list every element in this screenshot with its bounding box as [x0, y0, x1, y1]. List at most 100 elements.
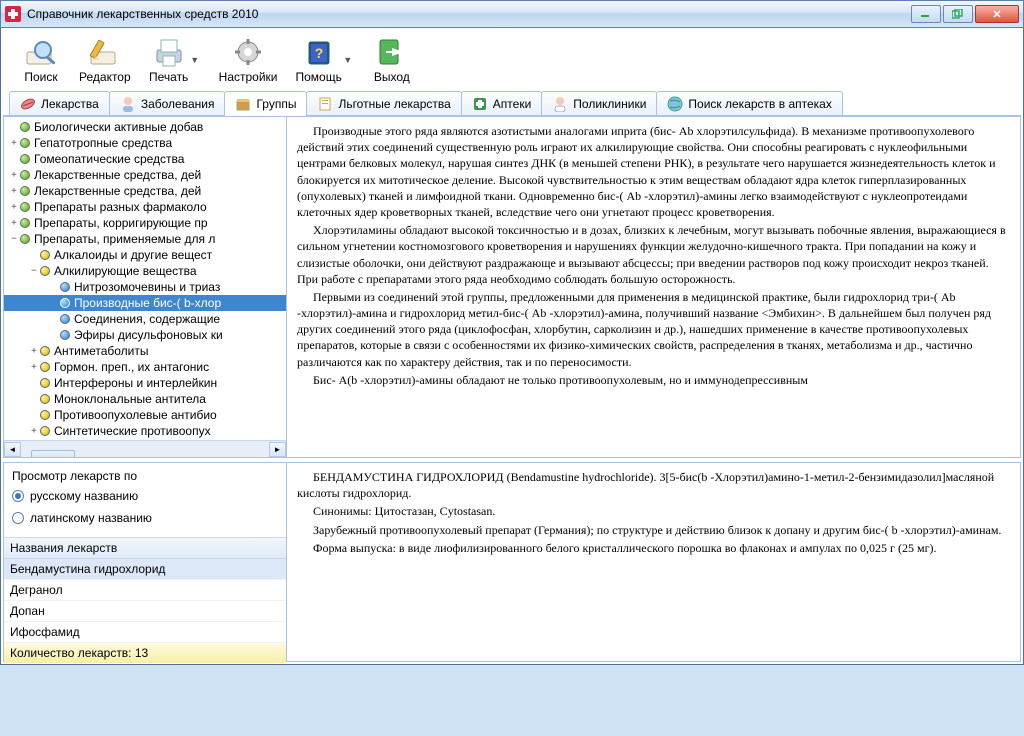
tree-item[interactable]: Производные бис-( b-хлор [4, 295, 286, 311]
globe-icon [667, 96, 683, 112]
tree-item[interactable]: + Лекарственные средства, дей [4, 167, 286, 183]
bullet-icon [20, 218, 30, 228]
bullet-icon [40, 410, 50, 420]
exit-icon [372, 36, 412, 68]
tree-item[interactable]: + Препараты, корригирующие пр [4, 215, 286, 231]
desc-paragraph: Бис- A(b -хлорэтил)-амины обладают не то… [297, 372, 1010, 388]
tree-item[interactable]: Биологически активные добав [4, 119, 286, 135]
print-button[interactable]: Печать ▼ [149, 36, 201, 84]
drug-table-footer: Количество лекарств: 13 [4, 643, 286, 663]
minimize-button[interactable] [911, 5, 941, 23]
tree-item-label: Лекарственные средства, дей [34, 184, 201, 198]
drug-row[interactable]: Ифосфамид [4, 622, 286, 643]
tab-benefit[interactable]: Льготные лекарства [306, 91, 461, 115]
tree-item-label: Нитрозомочевины и триаз [74, 280, 220, 294]
drug-row[interactable]: Дегранол [4, 580, 286, 601]
radio-latin[interactable]: латинскому названию [12, 511, 278, 525]
tree-item[interactable]: Противоопухолевые антибио [4, 407, 286, 423]
tree-item[interactable]: + Лекарственные средства, дей [4, 183, 286, 199]
tree-item-label: Гомеопатические средства [34, 152, 184, 166]
expand-icon[interactable]: + [28, 362, 40, 372]
tab-pharmacies[interactable]: Аптеки [461, 91, 543, 115]
bullet-icon [20, 170, 30, 180]
tree-item[interactable]: +Препараты разных фармаколо [4, 199, 286, 215]
tree-item-label: Препараты, корригирующие пр [34, 216, 208, 230]
expand-icon[interactable]: + [8, 170, 20, 180]
tab-drugs[interactable]: Лекарства [9, 91, 110, 115]
radio-icon [12, 512, 24, 524]
group-tree[interactable]: Биологически активные добав + Гепатотропны… [4, 117, 286, 440]
tree-item-label: Синтетические противоопух [54, 424, 211, 438]
tree-item[interactable]: Эфиры дисульфоновых ки [4, 327, 286, 343]
tree-item-label: Гепатотропные средства [34, 136, 172, 150]
expand-icon[interactable]: + [28, 426, 40, 436]
tree-item-label: Препараты, применяемые для л [34, 232, 215, 246]
description-panel[interactable]: Производные этого ряда являются азотисты… [287, 116, 1021, 458]
tree-hscrollbar[interactable]: ◄ ► [4, 440, 286, 457]
tree-item[interactable]: Алкалоиды и другие вещест [4, 247, 286, 263]
radio-icon [12, 490, 24, 502]
tab-groups[interactable]: Группы [224, 91, 307, 116]
bullet-icon [40, 426, 50, 436]
tree-item[interactable]: + Гепатотропные средства [4, 135, 286, 151]
scroll-right-button[interactable]: ► [269, 442, 286, 457]
tree-item[interactable]: + Синтетические противоопух [4, 423, 286, 439]
expand-icon[interactable]: + [8, 138, 20, 148]
editor-button[interactable]: Редактор [79, 36, 131, 84]
tree-item[interactable]: Интерфероны и интерлейкин [4, 375, 286, 391]
scroll-thumb[interactable] [31, 450, 75, 458]
gear-icon [228, 36, 268, 68]
expand-icon[interactable]: − [28, 266, 40, 276]
tree-item-label: Биологически активные добав [34, 120, 203, 134]
tab-clinics[interactable]: Поликлиники [541, 91, 657, 115]
bullet-icon [20, 122, 30, 132]
drug-row[interactable]: Бендамустина гидрохлорид [4, 559, 286, 580]
tree-item[interactable]: Гомеопатические средства [4, 151, 286, 167]
tree-item[interactable]: −Алкилирующие вещества [4, 263, 286, 279]
bullet-icon [20, 186, 30, 196]
tree-item-label: Гормон. преп., их антагонис [54, 360, 209, 374]
drug-detail-panel[interactable]: БЕНДАМУСТИНА ГИДРОХЛОРИД (Bendamustine h… [287, 462, 1021, 662]
magnifier-icon [21, 36, 61, 68]
exit-button[interactable]: Выход [372, 36, 412, 84]
tree-item[interactable]: Моноклональные антитела [4, 391, 286, 407]
tab-diseases[interactable]: Заболевания [109, 91, 226, 115]
scroll-left-button[interactable]: ◄ [4, 442, 21, 457]
close-button[interactable]: ✕ [975, 5, 1019, 23]
expand-icon[interactable]: + [8, 186, 20, 196]
help-button[interactable]: ? Помощь ▼ [296, 36, 354, 84]
bullet-icon [20, 202, 30, 212]
note-icon [317, 96, 333, 112]
drug-row[interactable]: Допан [4, 601, 286, 622]
expand-icon[interactable]: − [8, 234, 20, 244]
expand-icon[interactable]: + [28, 346, 40, 356]
drug-table: Названия лекарств Бендамустина гидрохлор… [4, 537, 286, 663]
settings-button[interactable]: Настройки [219, 36, 278, 84]
tree-item-label: Эфиры дисульфоновых ки [74, 328, 223, 342]
tree-item[interactable]: Соединения, содержащие [4, 311, 286, 327]
chevron-down-icon: ▼ [342, 55, 354, 65]
radio-russian[interactable]: русскому названию [12, 489, 278, 503]
tree-item[interactable]: + Гормон. преп., их антагонис [4, 359, 286, 375]
bullet-icon [20, 138, 30, 148]
drug-list-panel: Просмотр лекарств по русскому названию л… [3, 462, 287, 662]
tree-item-label: Лекарственные средства, дей [34, 168, 201, 182]
app-icon [5, 6, 21, 22]
cross-icon [472, 96, 488, 112]
expand-icon[interactable]: + [8, 202, 20, 212]
bullet-icon [40, 250, 50, 260]
tree-item[interactable]: Нитрозомочевины и триаз [4, 279, 286, 295]
drug-table-header[interactable]: Названия лекарств [4, 538, 286, 559]
expand-icon[interactable]: + [8, 218, 20, 228]
bullet-icon [20, 154, 30, 164]
tree-panel: Биологически активные добав + Гепатотропны… [3, 116, 287, 458]
tree-item[interactable]: +Антиметаболиты [4, 343, 286, 359]
tab-search-pharmacies[interactable]: Поиск лекарств в аптеках [656, 91, 842, 115]
svg-text:?: ? [314, 45, 323, 61]
search-button[interactable]: Поиск [21, 36, 61, 84]
maximize-button[interactable] [943, 5, 973, 23]
tree-item-label: Соединения, содержащие [74, 312, 220, 326]
bullet-icon [40, 378, 50, 388]
bullet-icon [40, 346, 50, 356]
tree-item[interactable]: − Препараты, применяемые для л [4, 231, 286, 247]
